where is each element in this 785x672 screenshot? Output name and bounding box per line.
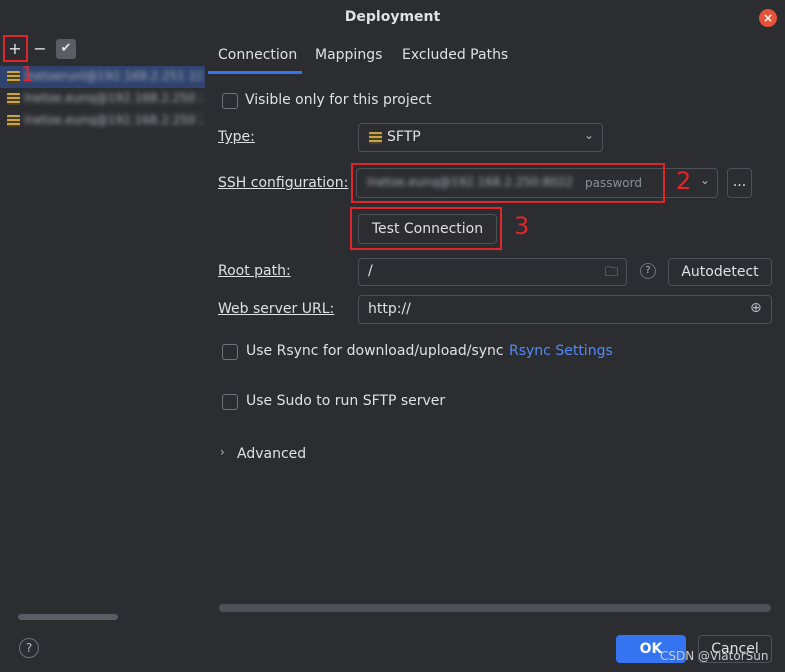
annotation-box-1 [3,35,28,62]
root-path-input[interactable]: / 🗀 [358,258,627,286]
visible-only-checkbox[interactable] [222,93,238,109]
annotation-box-3 [350,207,502,250]
chevron-down-icon: ⌄ [584,128,595,142]
annotation-number-1: 1 [21,62,34,86]
visible-only-label: Visible only for this project [245,92,432,108]
server-name: lnetoerunl@192.168.2.251 22 [24,69,202,83]
chevron-down-icon: ⌄ [700,173,711,187]
web-server-url-label: Web server URL: [218,301,335,317]
watermark: CSDN @ViatorSun [660,649,769,663]
type-select[interactable]: SFTP ⌄ [358,123,603,152]
globe-icon[interactable]: ⊕ [750,300,762,316]
sftp-icon [369,132,382,144]
autodetect-button[interactable]: Autodetect [668,258,772,286]
sftp-server-icon [7,93,20,105]
active-tab-indicator [208,71,302,74]
remove-server-button[interactable]: − [30,39,50,59]
window-title: Deployment [344,9,441,25]
annotation-number-2: 2 [676,167,692,195]
title-bar: Deployment × [0,0,785,36]
help-icon[interactable]: ? [19,638,39,658]
server-list-pane: + − ✔ lnetoerunl@192.168.2.251 22 lnetoe… [0,36,205,628]
annotation-number-3: 3 [514,212,530,240]
type-value: SFTP [387,129,421,145]
advanced-section-toggle[interactable]: Advanced [237,446,306,462]
tab-connection[interactable]: Connection [218,47,297,63]
ssh-config-label: SSH configuration: [218,175,349,191]
horizontal-scrollbar[interactable] [18,614,118,620]
tab-bar: Connection Mappings Excluded Paths [205,36,785,74]
close-icon[interactable]: × [759,9,777,27]
set-default-button[interactable]: ✔ [56,39,76,59]
chevron-right-icon[interactable]: › [220,445,225,459]
server-list-item[interactable]: lnetoe.eunq@192.168.2.250 22 [0,110,205,132]
type-label: Type: [218,129,255,145]
sftp-server-icon [7,71,20,83]
rsync-settings-link[interactable]: Rsync Settings [509,343,613,359]
use-sudo-checkbox[interactable] [222,394,238,410]
use-rsync-label: Use Rsync for download/upload/sync [246,343,504,359]
use-sudo-label: Use Sudo to run SFTP server [246,393,446,409]
use-rsync-checkbox[interactable] [222,344,238,360]
server-toolbar: + − ✔ [0,36,205,62]
root-path-label: Root path: [218,263,291,279]
server-list-item[interactable]: lnetoe.eunq@192.168.2.250 22 [0,88,205,110]
web-server-url-value: http:// [368,301,411,317]
annotation-box-2 [351,163,665,203]
tab-excluded-paths[interactable]: Excluded Paths [402,47,508,63]
web-server-url-input[interactable]: http:// ⊕ [358,295,772,324]
ssh-config-browse-button[interactable]: ... [727,168,752,198]
tab-mappings[interactable]: Mappings [315,47,382,63]
folder-icon[interactable]: 🗀 [605,263,618,285]
sftp-server-icon [7,115,20,127]
horizontal-scrollbar[interactable] [219,604,771,612]
server-name: lnetoe.eunq@192.168.2.250 22 [24,91,202,105]
help-icon[interactable]: ? [640,263,656,279]
server-name: lnetoe.eunq@192.168.2.250 22 [24,113,202,127]
root-path-value: / [368,263,373,279]
